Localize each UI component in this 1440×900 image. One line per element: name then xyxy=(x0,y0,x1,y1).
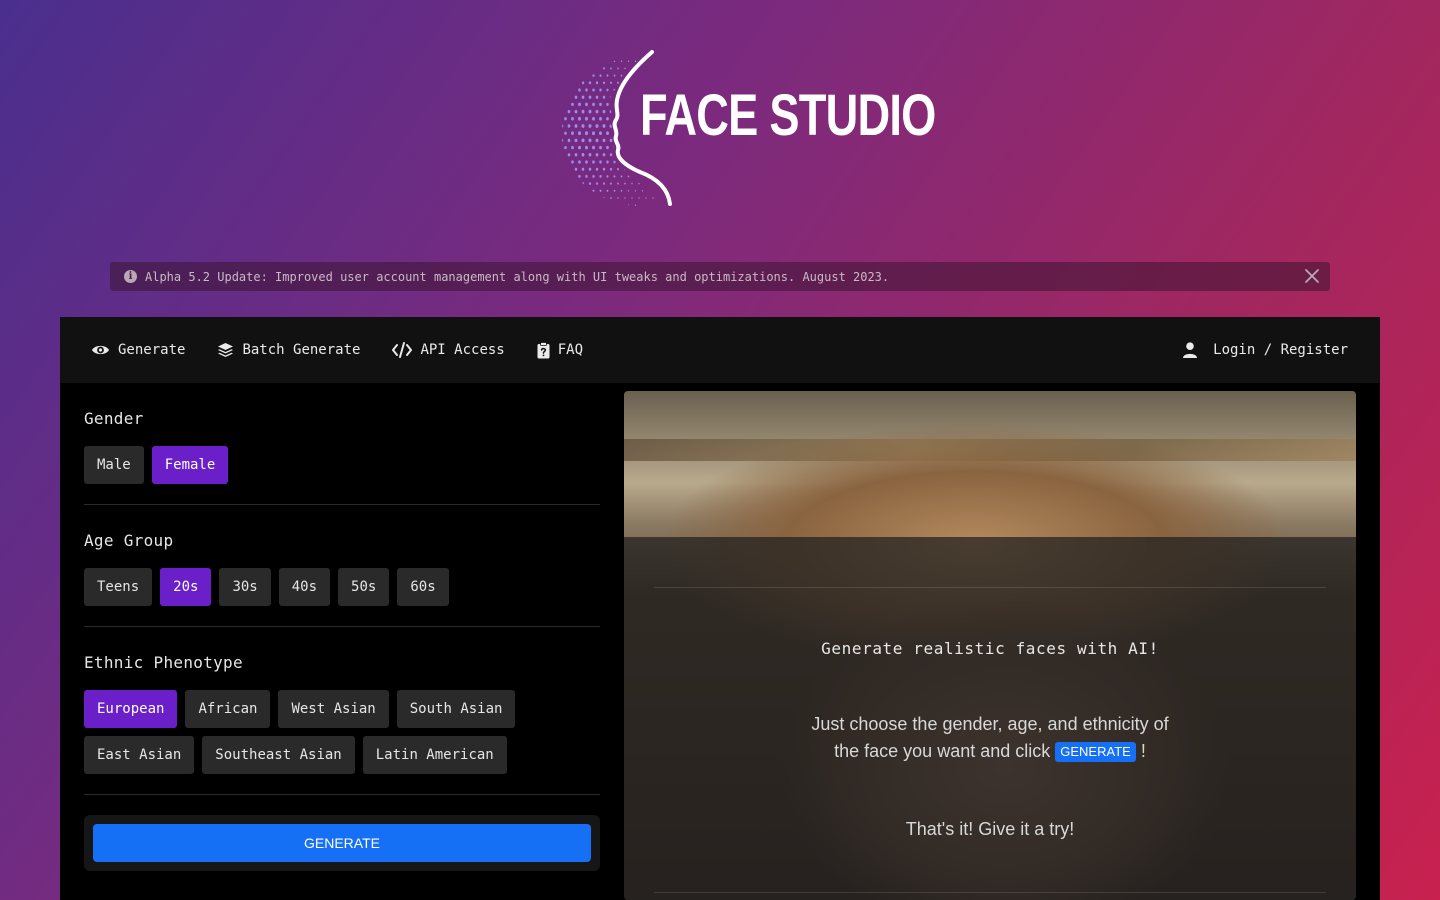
options-panel: Gender Male Female Age Group Teens 20s 30s 4… xyxy=(84,383,600,871)
nav-faq[interactable]: FAQ xyxy=(537,341,584,359)
age-option[interactable]: 60s xyxy=(397,568,449,606)
code-icon xyxy=(392,342,413,358)
brand-logo: FACE STUDIO xyxy=(560,48,936,208)
ethnicity-option[interactable]: Southeast Asian xyxy=(202,736,355,774)
age-option[interactable]: 30s xyxy=(219,568,271,606)
eye-icon xyxy=(92,345,109,355)
intro-closing: That's it! Give it a try! xyxy=(905,819,1075,839)
intro-overlay: Generate realistic faces with AI! Just c… xyxy=(624,537,1356,900)
gender-options: Male Female xyxy=(84,446,600,484)
age-option[interactable]: 50s xyxy=(338,568,390,606)
nav-batch-generate[interactable]: Batch Generate xyxy=(217,342,360,358)
generate-badge: GENERATE xyxy=(1055,742,1136,762)
intro-headline: Generate realistic faces with AI! xyxy=(821,639,1159,658)
update-alert: i Alpha 5.2 Update: Improved user accoun… xyxy=(110,262,1330,291)
layers-icon xyxy=(218,343,234,357)
ethnicity-title: Ethnic Phenotype xyxy=(84,653,243,672)
clipboard-question-icon xyxy=(537,341,550,358)
generate-wrapper: GENERATE xyxy=(84,815,600,871)
gender-title: Gender xyxy=(84,409,144,428)
face-preview: Generate realistic faces with AI! Just c… xyxy=(624,391,1356,900)
close-icon[interactable] xyxy=(1302,266,1322,286)
nav-login-label: Login / Register xyxy=(1213,342,1348,358)
main-panel: Generate Batch Generate API Access FAQ L… xyxy=(60,317,1380,900)
ethnicity-option[interactable]: South Asian xyxy=(396,690,516,728)
age-option[interactable]: 40s xyxy=(278,568,331,606)
nav-batch-label: Batch Generate xyxy=(242,342,361,358)
ethnicity-option[interactable]: West Asian xyxy=(278,690,389,728)
nav-api-access[interactable]: API Access xyxy=(392,342,505,358)
gender-option[interactable]: Female xyxy=(151,446,229,484)
intro-body-end: ! xyxy=(1140,741,1146,761)
nav-api-label: API Access xyxy=(420,342,505,358)
age-title: Age Group xyxy=(84,531,174,550)
alert-text: Alpha 5.2 Update: Improved user account … xyxy=(145,269,890,284)
brand-name: FACE STUDIO xyxy=(640,83,936,148)
ethnicity-option[interactable]: African xyxy=(185,690,271,728)
nav-generate-label: Generate xyxy=(118,342,186,358)
navbar: Generate Batch Generate API Access FAQ L… xyxy=(60,317,1380,383)
gender-section: Gender Male Female xyxy=(84,409,600,505)
gender-option[interactable]: Male xyxy=(84,446,144,484)
ethnicity-option[interactable]: Latin American xyxy=(362,736,507,774)
ethnicity-option[interactable]: European xyxy=(84,690,178,728)
generate-button[interactable]: GENERATE xyxy=(93,824,591,862)
nav-faq-label: FAQ xyxy=(557,342,584,358)
age-options: Teens 20s 30s 40s 50s 60s xyxy=(84,568,600,606)
ethnicity-option[interactable]: East Asian xyxy=(84,736,195,774)
age-option[interactable]: 20s xyxy=(160,568,212,606)
age-option[interactable]: Teens xyxy=(84,568,153,606)
info-icon: i xyxy=(124,270,137,283)
intro-body: Just choose the gender, age, and ethnici… xyxy=(804,711,1176,765)
ethnicity-options: European African West Asian South Asian East… xyxy=(84,690,600,774)
age-section: Age Group Teens 20s 30s 40s 50s 60s xyxy=(84,531,600,627)
nav-login-register[interactable]: Login / Register xyxy=(1183,342,1348,358)
nav-generate[interactable]: Generate xyxy=(91,342,185,358)
user-icon xyxy=(1183,342,1198,358)
ethnicity-section: Ethnic Phenotype European African West Asi… xyxy=(84,653,600,795)
